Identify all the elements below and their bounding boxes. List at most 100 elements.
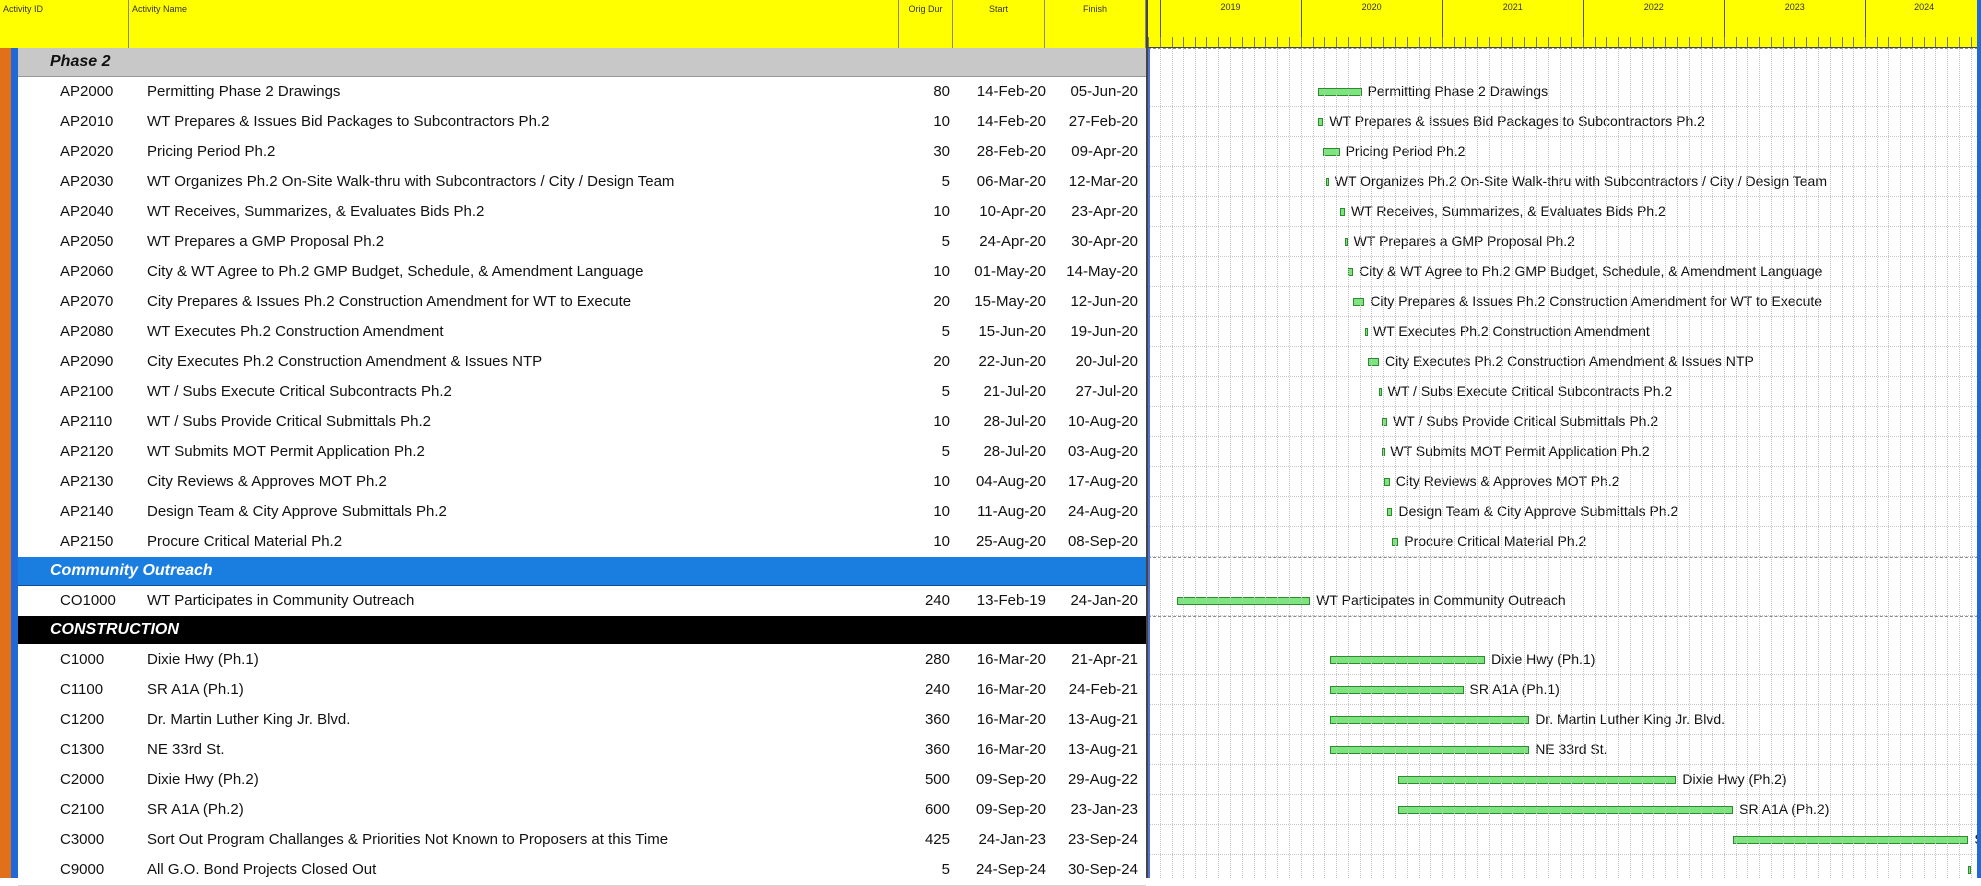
table-row[interactable]: AP2050 WT Prepares a GMP Proposal Ph.2 5 24… <box>18 227 1146 258</box>
table-row[interactable]: C1000 Dixie Hwy (Ph.1) 280 16-Mar-20 21-Apr-… <box>18 645 1146 676</box>
gantt-bar[interactable] <box>1365 328 1369 336</box>
table-row[interactable]: AP2010 WT Prepares & Issues Bid Packages … <box>18 107 1146 138</box>
finish-cell: 03-Aug-20 <box>1067 443 1138 460</box>
gantt-bar[interactable] <box>1326 178 1330 186</box>
gantt-bar[interactable] <box>1329 686 1464 694</box>
orig-dur-cell: 425 <box>924 831 950 848</box>
month-gridline <box>1288 48 1290 878</box>
finish-cell: 24-Jan-20 <box>1070 592 1138 609</box>
gantt-bar-label: Design Team & City Approve Submittals Ph… <box>1398 503 1679 519</box>
table-row[interactable]: C1300 NE 33rd St. 360 16-Mar-20 13-Aug-21 <box>18 735 1146 766</box>
table-row[interactable]: CO1000 WT Participates in Community Outre… <box>18 586 1146 617</box>
month-tick <box>1595 37 1597 47</box>
month-tick <box>1265 37 1267 47</box>
finish-cell: 19-Jun-20 <box>1070 323 1138 340</box>
col-header-activity-id[interactable]: Activity ID <box>0 0 129 48</box>
gantt-bar[interactable] <box>1378 388 1382 396</box>
month-gridline <box>1653 48 1655 878</box>
gantt-bar-label: City & WT Agree to Ph.2 GMP Budget, Sche… <box>1359 263 1823 279</box>
month-tick <box>1877 37 1879 47</box>
month-gridline <box>1758 48 1760 878</box>
month-gridline <box>1406 48 1408 878</box>
table-row[interactable]: AP2110 WT / Subs Provide Critical Submitt… <box>18 407 1146 438</box>
table-row[interactable]: AP2150 Procure Critical Material Ph.2 10 25… <box>18 527 1146 558</box>
gantt-row-line <box>1148 166 1981 167</box>
gantt-bar[interactable] <box>1323 148 1340 156</box>
month-tick <box>1935 37 1937 47</box>
section-header[interactable]: Community Outreach <box>18 557 1146 586</box>
month-gridline <box>1182 48 1184 878</box>
activity-id-cell: AP2020 <box>60 143 114 160</box>
table-row[interactable]: AP2130 City Reviews & Approves MOT Ph.2 10… <box>18 467 1146 498</box>
gantt-row-line <box>1148 794 1981 795</box>
month-tick <box>1758 37 1760 47</box>
gantt-bar[interactable] <box>1367 358 1379 366</box>
month-tick <box>1288 37 1290 47</box>
gantt-bar[interactable] <box>1398 806 1734 814</box>
col-header-start[interactable]: Start <box>953 0 1045 48</box>
orig-dur-cell: 30 <box>933 143 950 160</box>
table-row[interactable]: C2100 SR A1A (Ph.2) 600 09-Sep-20 23-Jan-23 <box>18 795 1146 826</box>
gantt-bar[interactable] <box>1384 478 1390 486</box>
table-row[interactable]: AP2120 WT Submits MOT Permit Application … <box>18 437 1146 468</box>
gantt-bar[interactable] <box>1733 836 1969 844</box>
start-cell: 14-Feb-20 <box>976 113 1046 130</box>
month-tick <box>1782 37 1784 47</box>
month-gridline <box>1171 48 1173 878</box>
table-row[interactable]: AP2030 WT Organizes Ph.2 On-Site Walk-thr… <box>18 167 1146 198</box>
table-row[interactable]: AP2040 WT Receives, Summarizes, & Evaluat… <box>18 197 1146 228</box>
gantt-bar[interactable] <box>1176 597 1311 605</box>
start-cell: 16-Mar-20 <box>976 651 1046 668</box>
activity-name-cell: Design Team & City Approve Submittals Ph… <box>147 503 447 520</box>
orig-dur-cell: 80 <box>933 83 950 100</box>
table-row[interactable]: AP2140 Design Team & City Approve Submitt… <box>18 497 1146 528</box>
table-row[interactable]: AP2020 Pricing Period Ph.2 30 28-Feb-20 09-A… <box>18 137 1146 168</box>
table-row[interactable]: C1200 Dr. Martin Luther King Jr. Blvd. 360… <box>18 705 1146 736</box>
finish-cell: 05-Jun-20 <box>1070 83 1138 100</box>
gantt-bar-label: City Executes Ph.2 Construction Amendmen… <box>1384 353 1754 369</box>
col-header-finish[interactable]: Finish <box>1045 0 1146 48</box>
table-row[interactable]: AP2060 City & WT Agree to Ph.2 GMP Budget… <box>18 257 1146 288</box>
start-cell: 04-Aug-20 <box>975 473 1046 490</box>
table-row[interactable]: C9000 All G.O. Bond Projects Closed Out 5 2… <box>18 855 1146 886</box>
col-header-activity-name[interactable]: Activity Name <box>129 0 899 48</box>
month-tick <box>1488 37 1490 47</box>
activity-name-cell: SR A1A (Ph.1) <box>147 681 244 698</box>
gantt-bar[interactable] <box>1398 776 1677 784</box>
gantt-bar-label: Dixie Hwy (Ph.1) <box>1491 651 1596 667</box>
table-row[interactable]: AP2070 City Prepares & Issues Ph.2 Constr… <box>18 287 1146 318</box>
gantt-bar-label: SR A1A (Ph.1) <box>1469 681 1560 697</box>
section-header[interactable]: CONSTRUCTION <box>18 616 1146 644</box>
table-row[interactable]: AP2000 Permitting Phase 2 Drawings 80 14-Fe… <box>18 77 1146 108</box>
start-cell: 16-Mar-20 <box>976 741 1046 758</box>
month-tick <box>1794 37 1796 47</box>
table-row[interactable]: C2000 Dixie Hwy (Ph.2) 500 09-Sep-20 29-Aug-… <box>18 765 1146 796</box>
month-gridline <box>1853 48 1855 878</box>
activity-id-cell: AP2010 <box>60 113 114 130</box>
gantt-bar[interactable] <box>1339 208 1345 216</box>
month-gridline <box>1383 48 1385 878</box>
year-label: 2019 <box>1220 2 1241 12</box>
activity-name-cell: Dixie Hwy (Ph.1) <box>147 651 259 668</box>
gantt-bar[interactable] <box>1387 508 1393 516</box>
table-row[interactable]: C1100 SR A1A (Ph.1) 240 16-Mar-20 24-Feb-21 <box>18 675 1146 706</box>
table-row[interactable]: AP2080 WT Executes Ph.2 Construction Amen… <box>18 317 1146 348</box>
month-gridline <box>1277 48 1279 878</box>
month-tick <box>1747 37 1749 47</box>
month-tick <box>1395 37 1397 47</box>
activity-name-cell: Procure Critical Material Ph.2 <box>147 533 343 550</box>
gantt-bar[interactable] <box>1317 118 1324 126</box>
table-row[interactable]: C3000 Sort Out Program Challanges & Prior… <box>18 825 1146 856</box>
month-tick <box>1712 37 1714 47</box>
month-gridline <box>1829 48 1831 878</box>
activity-id-cell: C2000 <box>60 771 105 788</box>
month-gridline <box>1454 48 1456 878</box>
table-row[interactable]: AP2100 WT / Subs Execute Critical Subcont… <box>18 377 1146 408</box>
activity-name-cell: WT Receives, Summarizes, & Evaluates Bid… <box>147 203 485 220</box>
activity-id-cell: AP2070 <box>60 293 114 310</box>
table-row[interactable]: AP2090 City Executes Ph.2 Construction Am… <box>18 347 1146 378</box>
section-header[interactable]: Phase 2 <box>18 48 1146 77</box>
col-header-orig-dur[interactable]: Orig Dur <box>899 0 953 48</box>
month-tick <box>1853 37 1855 47</box>
activity-name-cell: WT Submits MOT Permit Application Ph.2 <box>147 443 425 460</box>
